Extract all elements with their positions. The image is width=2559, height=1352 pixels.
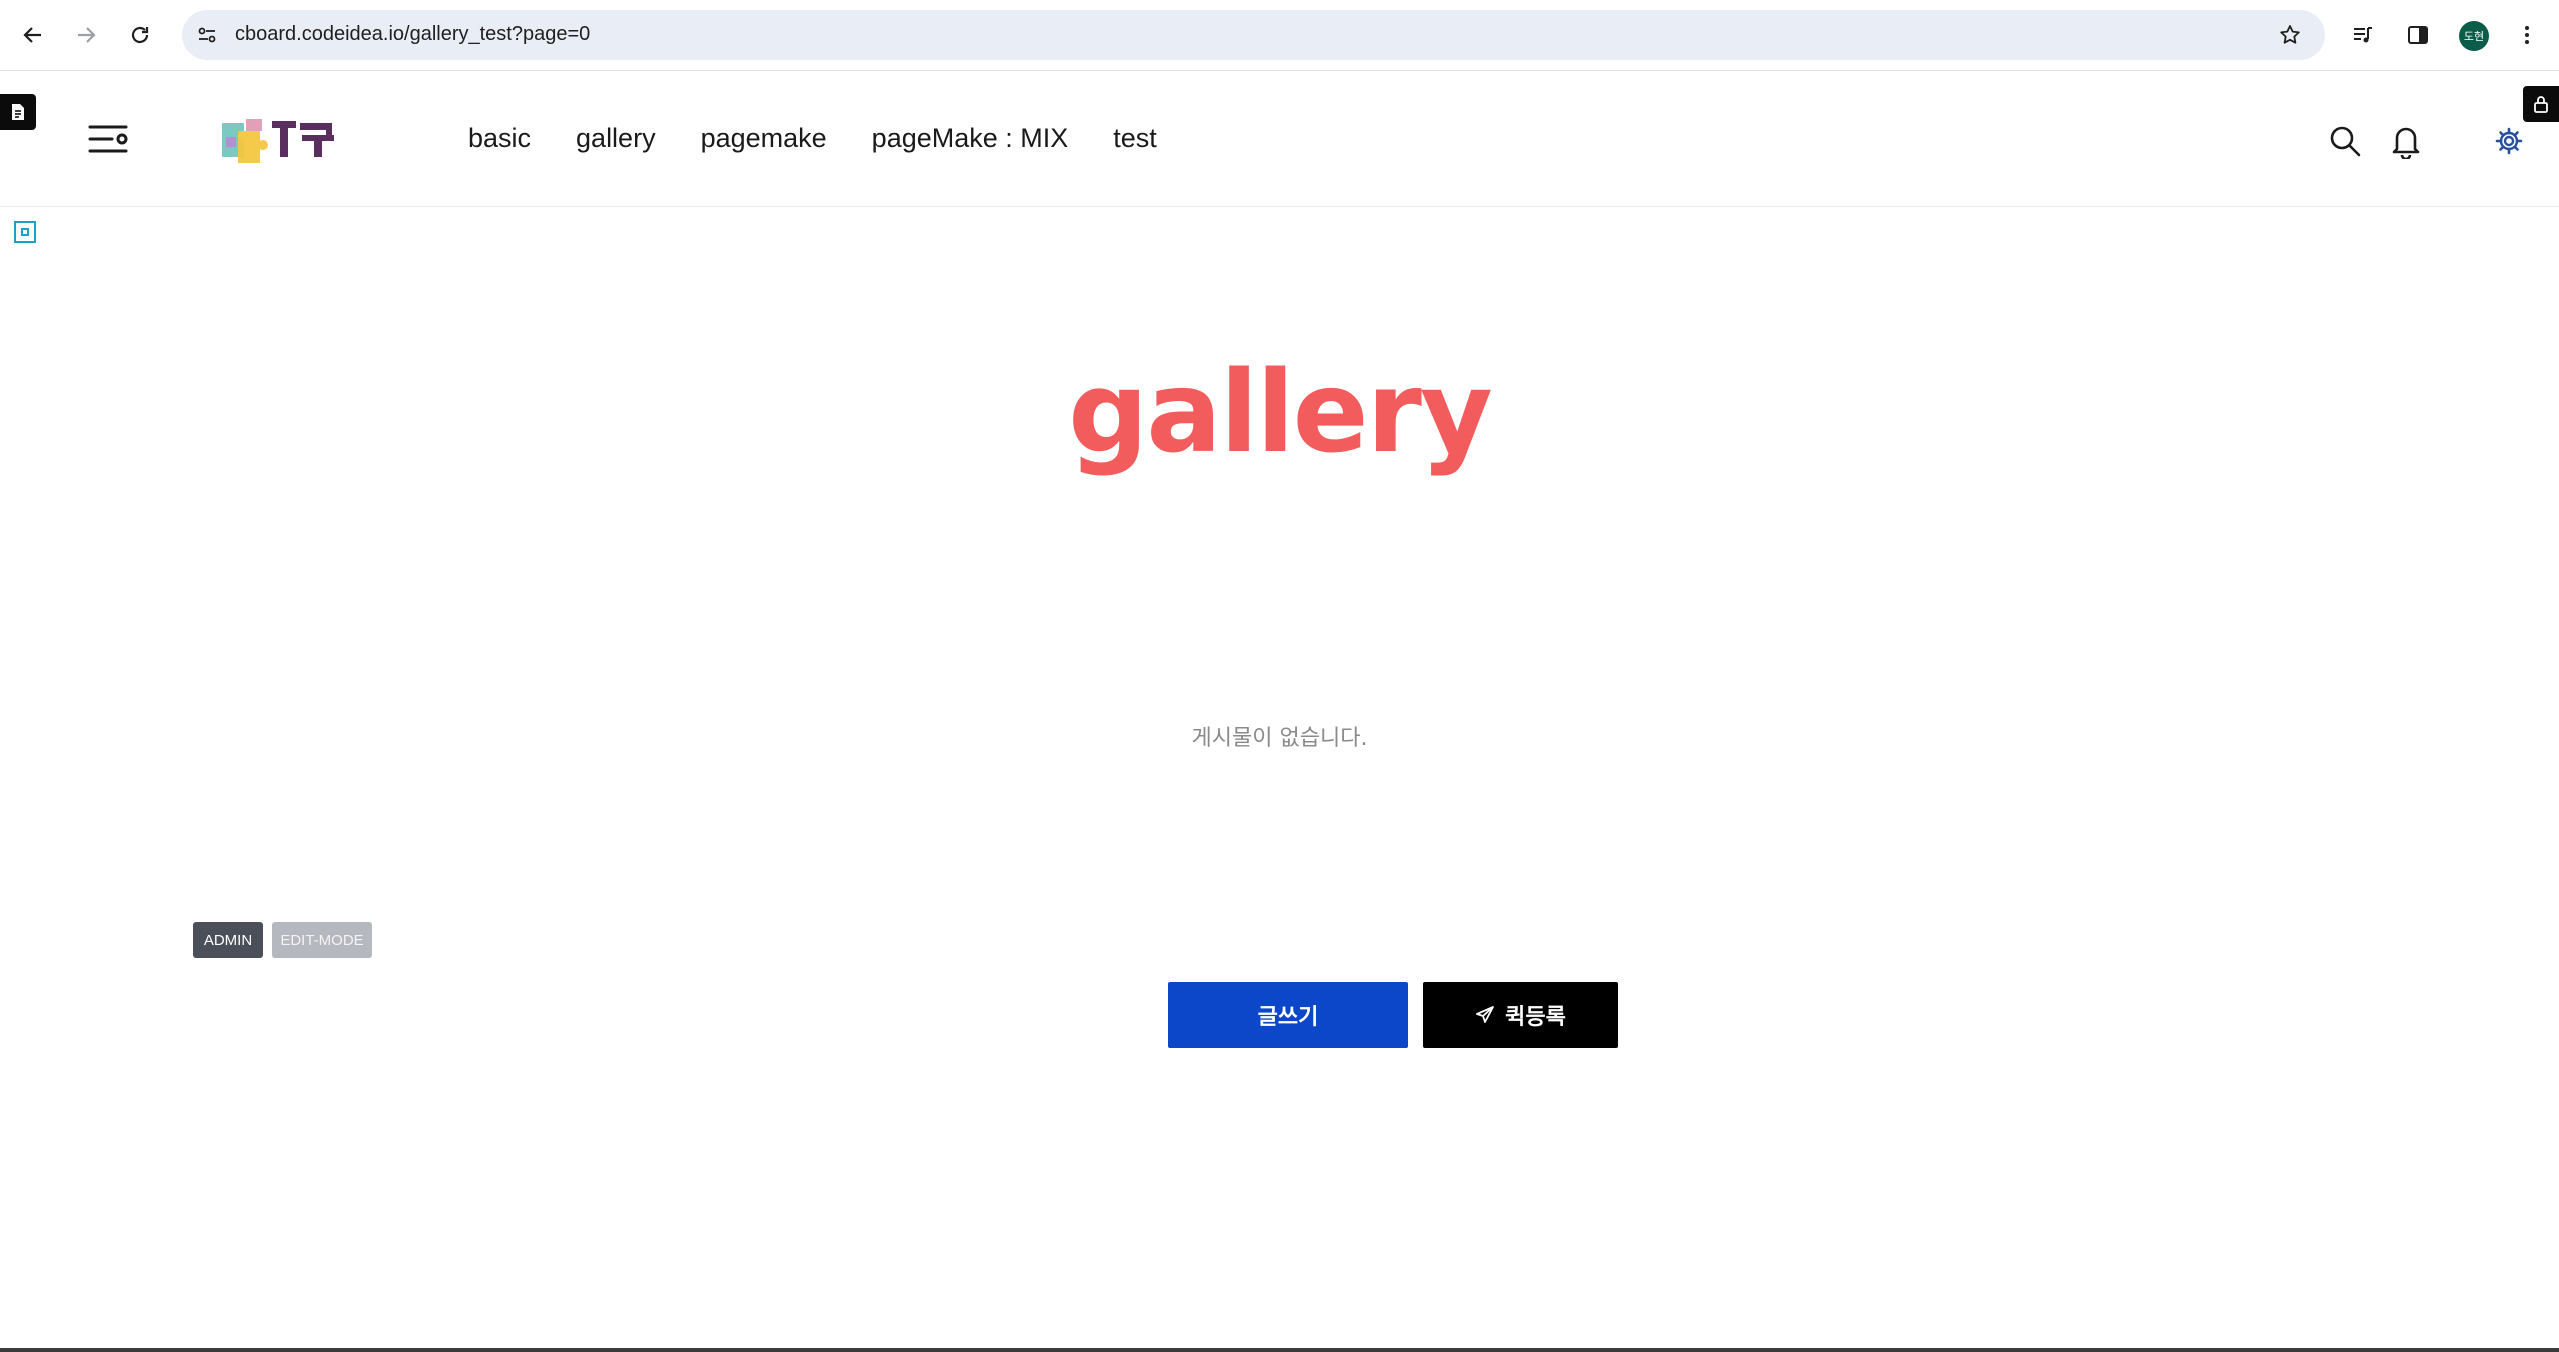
address-bar[interactable]: cboard.codeidea.io/gallery_test?page=0 [182,10,2325,60]
search-icon [2330,126,2361,157]
quick-register-label: 퀵등록 [1505,1005,1566,1030]
nav-item-pagemake-mix[interactable]: pageMake : MIX [872,123,1069,154]
nav-item-pagemake[interactable]: pagemake [701,123,827,154]
media-control-button[interactable] [2345,17,2381,53]
nav-item-gallery[interactable]: gallery [576,123,656,154]
gear-icon [2495,127,2523,155]
menu-dots-icon [2525,26,2529,44]
site-logo[interactable] [218,113,352,165]
admin-tag[interactable]: ADMIN [193,922,263,958]
reload-button[interactable] [122,17,158,53]
hamburger-menu-button[interactable] [86,121,130,157]
reload-icon [131,26,149,44]
back-button[interactable] [15,17,51,53]
search-button[interactable] [2325,121,2365,161]
lock-icon [2534,96,2548,113]
quick-register-button[interactable]: 퀵등록 [1423,982,1618,1048]
nav-item-test[interactable]: test [1113,123,1157,154]
profile-avatar[interactable]: 도현 [2459,21,2489,51]
bottom-border [0,1348,2559,1352]
puzzle-logo-icon [222,119,334,163]
settings-button[interactable] [2489,121,2529,161]
site-info-button[interactable] [191,19,223,51]
browser-toolbar: cboard.codeidea.io/gallery_test?page=0 도… [0,0,2559,70]
bookmark-button[interactable] [2274,19,2306,51]
bookmark-star-icon [2280,25,2300,44]
site-info-icon [198,27,216,43]
notification-button[interactable] [2386,121,2426,161]
site-header: basic gallery pagemake pageMake : MIX te… [0,71,2559,207]
layout-toggle-icon[interactable] [14,221,36,243]
media-icon [2354,27,2372,43]
forward-button[interactable] [68,17,104,53]
side-panel-button[interactable] [2400,17,2436,53]
forward-arrow-icon [78,27,96,43]
browser-menu-button[interactable] [2509,17,2545,53]
write-button-label: 글쓰기 [1257,1005,1319,1030]
nav-item-basic[interactable]: basic [468,123,531,154]
page-title: gallery [1068,348,1493,478]
bell-icon [2392,127,2420,159]
main-nav: basic gallery pagemake pageMake : MIX te… [468,123,1202,154]
write-button[interactable]: 글쓰기 [1168,982,1408,1048]
page-doc-button[interactable] [0,94,36,130]
empty-message: 게시물이 없습니다. [1191,726,1368,751]
menu-icon [88,125,128,153]
url-text[interactable]: cboard.codeidea.io/gallery_test?page=0 [235,23,590,46]
side-panel-icon [2408,26,2428,44]
paper-plane-icon [1476,1006,1495,1023]
document-icon [12,104,24,120]
lock-button[interactable] [2523,86,2559,122]
edit-mode-tag[interactable]: EDIT-MODE [272,922,372,958]
back-arrow-icon [23,27,41,43]
